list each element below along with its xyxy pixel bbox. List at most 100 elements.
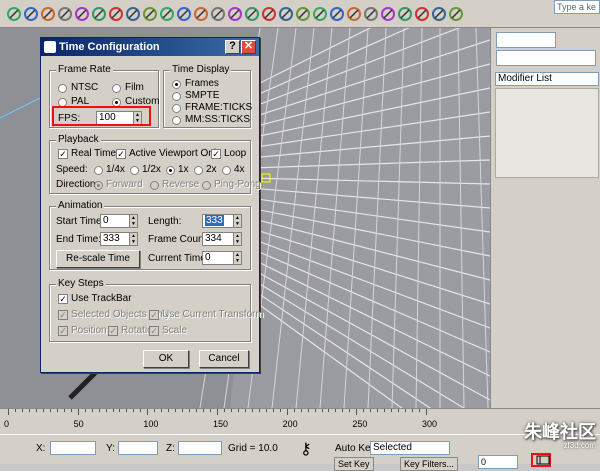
use-current-transform-label: Use Current Transform	[162, 309, 264, 320]
radio-speed-quarter[interactable]	[94, 166, 103, 175]
radio-reverse[interactable]	[150, 181, 159, 190]
spinner-arrows-icon[interactable]: ▲ ▼	[129, 233, 137, 245]
timeline-tick	[307, 409, 309, 412]
modifier-list-dropdown[interactable]: Modifier List	[495, 72, 599, 86]
use-trackbar-checkbox[interactable]: ✓	[58, 294, 68, 304]
quick-render-icon[interactable]	[446, 4, 466, 24]
rotation-checkbox[interactable]: ✓	[108, 326, 118, 336]
current-frame-field[interactable]: 0	[478, 455, 518, 469]
timeline-tick	[119, 409, 121, 412]
timeline-tick	[189, 409, 191, 412]
real-time-checkbox[interactable]: ✓	[58, 149, 68, 159]
length-value: 333	[205, 215, 224, 226]
speed-4x-label: 4x	[234, 164, 245, 175]
start-time-spinner[interactable]: 0 ▲ ▼	[100, 214, 138, 228]
active-viewport-checkbox[interactable]: ✓	[116, 149, 126, 159]
radio-smpte[interactable]	[172, 92, 181, 101]
selected-objects-only-checkbox[interactable]: ✓	[58, 310, 68, 320]
smpte-label: SMPTE	[185, 90, 220, 101]
help-button[interactable]: ?	[225, 40, 240, 54]
length-spinner[interactable]: 333 ▲ ▼	[202, 214, 242, 228]
timeline-tick	[210, 409, 212, 412]
timeline-tick	[112, 409, 114, 412]
timeline-tick	[77, 409, 79, 415]
current-time-value: 0	[205, 252, 211, 263]
use-current-transform-checkbox[interactable]: ✓	[149, 310, 159, 320]
selection-set-dropdown[interactable]: Selected	[370, 441, 450, 455]
speed-quarter-label: 1/4x	[106, 164, 125, 175]
real-time-label: Real Time	[71, 148, 117, 159]
x-coord-field[interactable]	[50, 441, 96, 455]
radio-speed-4x[interactable]	[222, 166, 231, 175]
radio-film[interactable]	[112, 84, 121, 93]
time-configuration-dialog: Time Configuration ? ✕ Frame Rate NTSC F…	[40, 37, 264, 373]
object-color-field[interactable]	[496, 50, 596, 66]
spinner-arrows-icon[interactable]: ▲ ▼	[233, 252, 241, 264]
z-coord-field[interactable]	[178, 441, 222, 455]
frames-label: Frames	[185, 78, 219, 89]
rescale-time-button[interactable]: Re-scale Time	[56, 250, 140, 268]
spinner-arrows-icon[interactable]: ▲ ▼	[233, 233, 241, 245]
current-time-label: Current Time:	[148, 253, 209, 264]
current-time-spinner[interactable]: 0 ▲ ▼	[202, 251, 242, 265]
radio-mm-ss-ticks[interactable]	[172, 116, 181, 125]
timeline-tick	[217, 409, 218, 415]
time-configuration-button[interactable]	[531, 453, 551, 467]
timeline-tick	[251, 409, 253, 412]
radio-speed-half[interactable]	[130, 166, 139, 175]
radio-forward[interactable]	[94, 181, 103, 190]
start-time-value: 0	[103, 215, 109, 226]
radio-frames[interactable]	[172, 80, 181, 89]
timeline-tick	[35, 409, 37, 412]
timeline-tick-label: 150	[213, 419, 229, 429]
spinner-arrows-icon[interactable]: ▲ ▼	[233, 215, 241, 227]
start-time-label: Start Time:	[56, 216, 105, 227]
timeline[interactable]: 0 50 100 150 200 250 300	[0, 408, 600, 434]
close-button[interactable]: ✕	[241, 40, 256, 54]
grid-label: Grid = 10.0	[228, 443, 278, 454]
end-time-label: End Time:	[56, 234, 102, 245]
search-input[interactable]: Type a ke	[554, 0, 600, 14]
timeline-tick	[84, 409, 86, 412]
frame-count-spinner[interactable]: 334 ▲ ▼	[202, 232, 242, 246]
cancel-button[interactable]: Cancel	[199, 350, 249, 368]
timeline-tick	[126, 409, 128, 412]
radio-frame-ticks[interactable]	[172, 104, 181, 113]
scale-checkbox[interactable]: ✓	[149, 326, 159, 336]
use-trackbar-label: Use TrackBar	[71, 293, 132, 304]
y-label: Y:	[106, 443, 115, 454]
key-filters-button[interactable]: Key Filters...	[400, 457, 459, 471]
dialog-titlebar[interactable]: Time Configuration ? ✕	[41, 38, 259, 56]
radio-ntsc[interactable]	[58, 84, 67, 93]
timeline-tick	[161, 409, 163, 412]
timeline-tick	[405, 409, 407, 412]
timeline-tick-label: 200	[282, 419, 298, 429]
timeline-tick	[356, 409, 358, 415]
set-key-button[interactable]: Set Key	[334, 457, 374, 471]
radio-speed-1x[interactable]	[166, 166, 175, 175]
active-viewport-label: Active Viewport Only	[129, 148, 222, 159]
ok-button[interactable]: OK	[143, 350, 189, 368]
spinner-arrows-icon[interactable]: ▲ ▼	[129, 215, 137, 227]
position-checkbox[interactable]: ✓	[58, 326, 68, 336]
radio-ping-pong[interactable]	[202, 181, 211, 190]
playback-group: Playback ✓ Real Time ✓ Active Viewport O…	[49, 134, 261, 194]
app-icon	[44, 41, 56, 53]
timeline-tick-label: 300	[422, 419, 438, 429]
radio-speed-2x[interactable]	[194, 166, 203, 175]
object-name-field[interactable]	[496, 32, 556, 48]
timeline-tick	[175, 409, 177, 412]
timeline-tick	[168, 409, 170, 412]
watermark-url: zf3d.com	[563, 441, 596, 450]
timeline-tick	[105, 409, 107, 412]
end-time-spinner[interactable]: 333 ▲ ▼	[100, 232, 138, 246]
end-time-value: 333	[103, 233, 120, 244]
timeline-tick	[370, 409, 372, 412]
loop-checkbox[interactable]: ✓	[211, 149, 221, 159]
modifier-stack[interactable]	[495, 88, 599, 178]
timeline-tick	[286, 409, 288, 415]
frame-ticks-label: FRAME:TICKS	[185, 102, 253, 113]
key-icon[interactable]: ⚷	[300, 439, 312, 459]
y-coord-field[interactable]	[118, 441, 158, 455]
timeline-tick	[196, 409, 198, 412]
